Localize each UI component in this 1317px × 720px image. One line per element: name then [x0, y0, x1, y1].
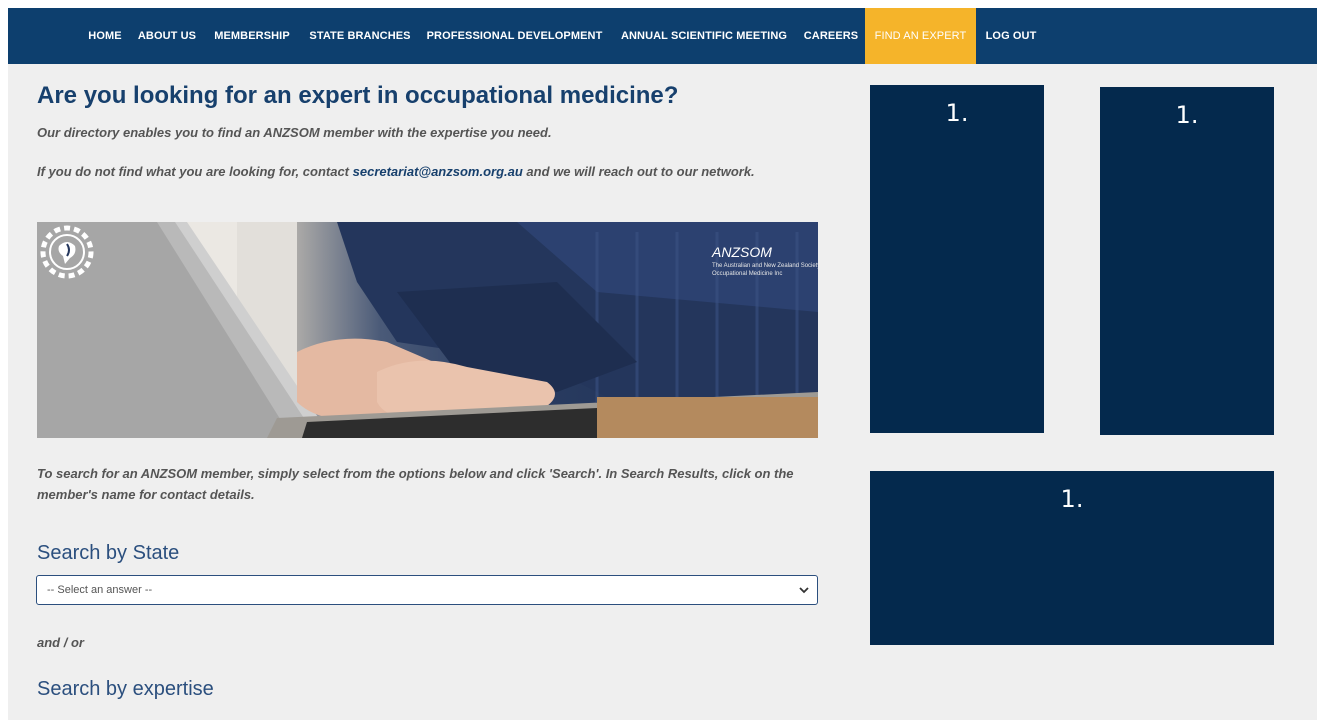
nav-item-about-us[interactable]: ABOUT US [132, 8, 202, 64]
and-or-text: and / or [37, 635, 84, 650]
nav-item-find-an-expert[interactable]: FIND AN EXPERT [865, 8, 976, 64]
secretariat-email-link[interactable]: secretariat@anzsom.org.au [353, 164, 523, 179]
ad-box-2[interactable]: 1. [1100, 87, 1274, 435]
ad-box-1[interactable]: 1. [870, 85, 1044, 433]
state-select[interactable]: -- Select an answer -- [36, 575, 818, 605]
intro-text: Our directory enables you to find an ANZ… [37, 125, 552, 140]
nav-item-professional-development[interactable]: PROFESSIONAL DEVELOPMENT [421, 8, 608, 64]
state-select-value: -- Select an answer -- [47, 584, 153, 596]
search-instructions: To search for an ANZSOM member, simply s… [37, 466, 794, 502]
hero-image: ANZSOM The Australian and New Zealand So… [37, 222, 818, 438]
main-nav: HOME ABOUT US MEMBERSHIP STATE BRANCHES … [8, 8, 1317, 64]
page: HOME ABOUT US MEMBERSHIP STATE BRANCHES … [8, 8, 1317, 720]
nav-item-membership[interactable]: MEMBERSHIP [208, 8, 296, 64]
hero-illustration [37, 222, 818, 438]
hero-logo-subtitle: The Australian and New Zealand Society o… [712, 263, 818, 277]
search-by-state-heading: Search by State [37, 542, 180, 564]
ad-box-2-label: 1. [1175, 101, 1199, 129]
nav-item-careers[interactable]: CAREERS [801, 8, 861, 64]
contact-text: If you do not find what you are looking … [37, 161, 827, 182]
nav-item-state-branches[interactable]: STATE BRANCHES [304, 8, 416, 64]
chevron-down-icon [799, 587, 809, 594]
contact-suffix: and we will reach out to our network. [522, 164, 755, 179]
ad-box-3-label: 1. [1060, 485, 1084, 513]
contact-prefix: If you do not find what you are looking … [37, 164, 353, 179]
nav-item-annual-scientific-meeting[interactable]: ANNUAL SCIENTIFIC MEETING [614, 8, 794, 64]
anzsom-logo-icon [40, 225, 94, 279]
ad-box-1-label: 1. [945, 99, 969, 127]
search-by-expertise-heading: Search by expertise [37, 678, 214, 700]
page-title: Are you looking for an expert in occupat… [37, 82, 679, 109]
hero-logo-name: ANZSOM [712, 244, 772, 260]
nav-item-log-out[interactable]: LOG OUT [980, 8, 1042, 64]
ad-box-3[interactable]: 1. [870, 471, 1274, 645]
nav-item-home[interactable]: HOME [80, 8, 130, 64]
